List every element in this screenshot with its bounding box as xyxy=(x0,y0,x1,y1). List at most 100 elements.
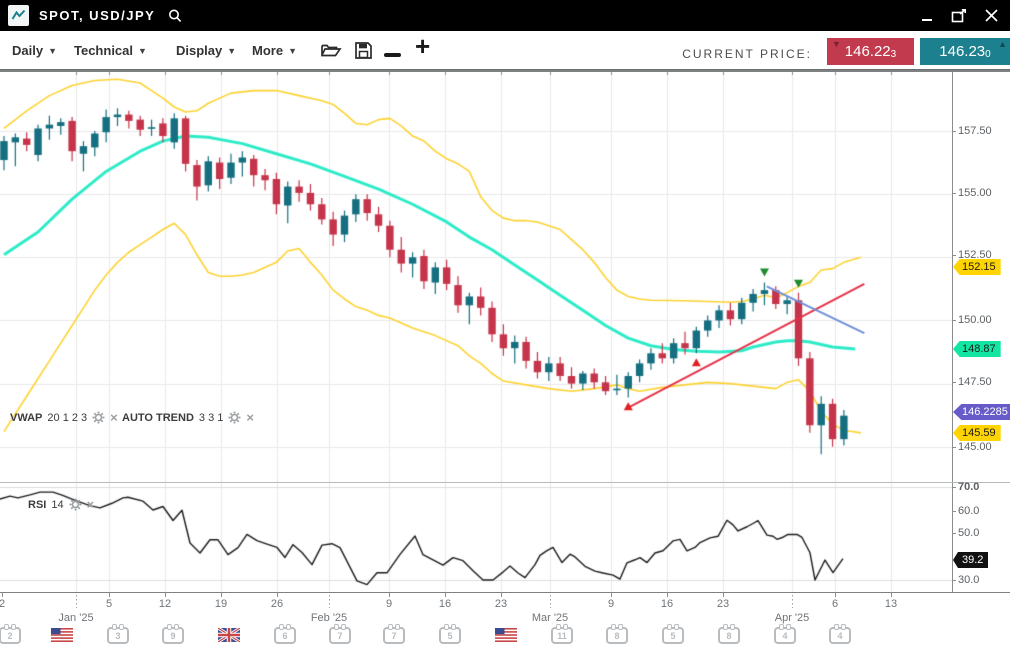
time-axis-tick xyxy=(611,592,612,597)
current-price-label: CURRENT PRICE: xyxy=(682,47,812,61)
month-label: Mar '25 xyxy=(532,612,568,624)
arrow-down-icon: ▼ xyxy=(832,39,841,49)
uk-flag-icon[interactable] xyxy=(218,628,240,647)
minimize-button[interactable] xyxy=(918,7,936,25)
price-axis-tick xyxy=(952,447,956,448)
popout-icon[interactable] xyxy=(950,7,968,25)
menu-more[interactable]: More▼ xyxy=(252,43,297,58)
calendar-news-icon[interactable]: 4 xyxy=(829,627,851,644)
calendar-news-icon[interactable]: 7 xyxy=(383,627,405,644)
calendar-news-icon[interactable]: 4 xyxy=(774,627,796,644)
price-axis-label: 157.50 xyxy=(958,125,992,137)
ask-price-badge[interactable]: 146.230 ▲ xyxy=(920,38,1010,65)
calendar-news-icon[interactable]: 8 xyxy=(718,627,740,644)
price-level-badge[interactable]: 152.15 xyxy=(953,259,1001,275)
time-axis-tick xyxy=(445,592,446,597)
title-bar: SPOT, USD/JPY xyxy=(0,0,1010,31)
time-axis-tick xyxy=(221,592,222,597)
rsi-axis-tick xyxy=(952,533,956,534)
time-axis-tick xyxy=(2,592,3,597)
auto-trend-indicator-label: AUTO TREND3 3 1 × xyxy=(122,411,254,424)
price-chart-canvas[interactable] xyxy=(0,71,952,592)
calendar-news-icon[interactable]: 9 xyxy=(162,627,184,644)
time-axis-label: 5 xyxy=(106,598,112,610)
rsi-value-badge[interactable]: 39.2 xyxy=(953,552,988,568)
menu-daily[interactable]: Daily▼ xyxy=(12,43,57,58)
month-tick xyxy=(76,595,77,608)
gear-icon[interactable] xyxy=(92,411,105,424)
time-axis-tick xyxy=(277,592,278,597)
menu-display[interactable]: Display▼ xyxy=(176,43,236,58)
menu-technical[interactable]: Technical▼ xyxy=(74,43,147,58)
time-axis-label: 2 xyxy=(0,598,5,610)
chevron-down-icon: ▼ xyxy=(138,46,147,56)
price-axis-label: 150.00 xyxy=(958,314,992,326)
time-axis-label: 12 xyxy=(159,598,171,610)
gear-icon[interactable] xyxy=(69,498,82,511)
window-title: SPOT, USD/JPY xyxy=(39,8,155,23)
chevron-down-icon: ▼ xyxy=(227,46,236,56)
calendar-news-icon[interactable]: 8 xyxy=(606,627,628,644)
time-axis-tick xyxy=(723,592,724,597)
time-axis-tick xyxy=(501,592,502,597)
time-axis-label: 19 xyxy=(215,598,227,610)
open-folder-icon[interactable] xyxy=(320,41,342,64)
time-axis-label: 23 xyxy=(717,598,729,610)
time-axis-label: 23 xyxy=(495,598,507,610)
time-axis-tick xyxy=(389,592,390,597)
close-icon[interactable]: × xyxy=(87,499,95,510)
zoom-in-button[interactable]: + xyxy=(415,33,430,59)
rsi-indicator-label: RSI14 × xyxy=(28,498,94,511)
chart-top-border xyxy=(0,70,1010,72)
vwap-indicator-label: VWAP20 1 2 3 × xyxy=(10,411,118,424)
time-axis-tick xyxy=(165,592,166,597)
month-tick xyxy=(792,595,793,608)
save-icon[interactable] xyxy=(354,41,373,65)
time-axis-label: 9 xyxy=(608,598,614,610)
gear-icon[interactable] xyxy=(228,411,241,424)
toolbar: Daily▼ Technical▼ Display▼ More▼ + CURRE… xyxy=(0,31,1010,71)
price-level-badge[interactable]: 148.87 xyxy=(953,341,1001,357)
time-axis-label: 6 xyxy=(832,598,838,610)
price-axis-label: 145.00 xyxy=(958,441,992,453)
price-level-badge[interactable]: 145.59 xyxy=(953,425,1001,441)
month-tick xyxy=(550,595,551,608)
bid-price-badge[interactable]: ▼ 146.223 xyxy=(827,38,914,65)
close-icon[interactable]: × xyxy=(246,412,254,423)
month-tick xyxy=(329,595,330,608)
calendar-news-icon[interactable]: 7 xyxy=(329,627,351,644)
search-icon[interactable] xyxy=(167,8,183,24)
month-label: Apr '25 xyxy=(775,612,810,624)
close-icon[interactable] xyxy=(982,7,1000,25)
time-axis-tick xyxy=(891,592,892,597)
calendar-news-icon[interactable]: 2 xyxy=(0,627,21,644)
pane-divider[interactable] xyxy=(0,482,1010,483)
time-axis-border xyxy=(0,592,1010,593)
rsi-axis-tick xyxy=(952,580,956,581)
calendar-news-icon[interactable]: 3 xyxy=(107,627,129,644)
price-axis-tick xyxy=(952,193,956,194)
rsi-axis-label: 70.0 xyxy=(958,481,979,493)
chevron-down-icon: ▼ xyxy=(288,46,297,56)
price-axis-label: 155.00 xyxy=(958,187,992,199)
us-flag-icon[interactable] xyxy=(495,628,517,647)
us-flag-icon[interactable] xyxy=(51,628,73,647)
price-axis-tick xyxy=(952,382,956,383)
arrow-up-icon: ▲ xyxy=(998,39,1007,49)
time-axis-label: 9 xyxy=(386,598,392,610)
rsi-axis-label: 30.0 xyxy=(958,574,979,586)
price-axis-tick xyxy=(952,320,956,321)
calendar-news-icon[interactable]: 11 xyxy=(551,627,573,644)
calendar-news-icon[interactable]: 5 xyxy=(662,627,684,644)
close-icon[interactable]: × xyxy=(110,412,118,423)
trading-chart-window: SPOT, USD/JPY Daily▼ Technical▼ Display▼… xyxy=(0,0,1010,648)
calendar-news-icon[interactable]: 6 xyxy=(274,627,296,644)
time-axis-label: 16 xyxy=(439,598,451,610)
rsi-axis-label: 60.0 xyxy=(958,505,979,517)
zoom-out-button[interactable] xyxy=(384,53,401,57)
price-level-badge[interactable]: 146.2285 xyxy=(953,404,1010,420)
month-label: Feb '25 xyxy=(311,612,347,624)
time-axis-tick xyxy=(109,592,110,597)
calendar-news-icon[interactable]: 5 xyxy=(439,627,461,644)
time-axis-label: 13 xyxy=(885,598,897,610)
